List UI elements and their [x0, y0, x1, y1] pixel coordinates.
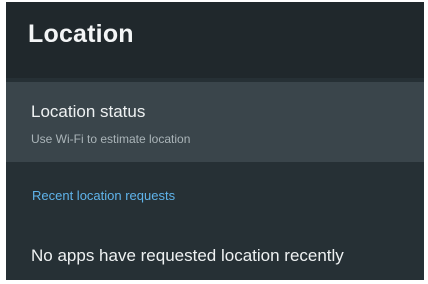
page-header: Location	[6, 2, 424, 78]
page-title: Location	[28, 20, 134, 48]
location-settings-screen: Location Location status Use Wi-Fi to es…	[6, 2, 424, 280]
location-status-title: Location status	[31, 102, 146, 121]
location-status-item[interactable]: Location status Use Wi-Fi to estimate lo…	[6, 82, 424, 162]
recent-location-requests-header: Recent location requests	[32, 188, 176, 203]
recent-requests-empty-message: No apps have requested location recently	[31, 246, 344, 265]
location-status-summary: Use Wi-Fi to estimate location	[31, 132, 191, 146]
